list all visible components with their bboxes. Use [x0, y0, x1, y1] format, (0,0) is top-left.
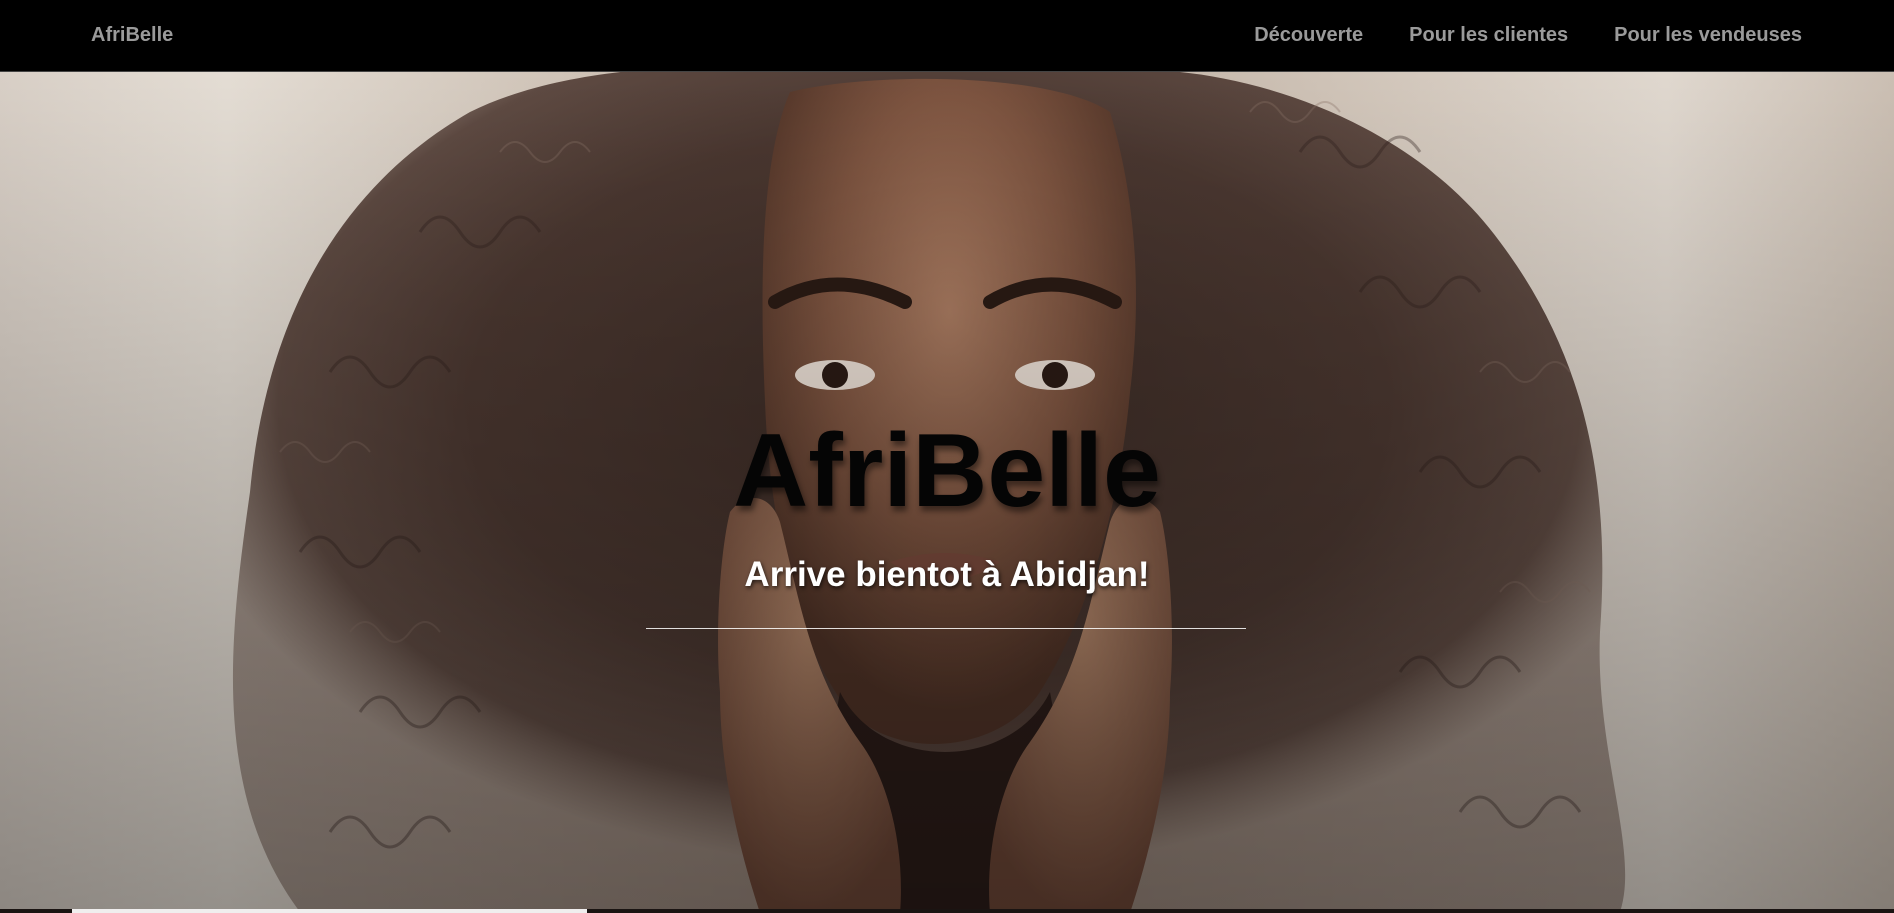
- hero-divider: [646, 628, 1246, 629]
- brand-link[interactable]: AfriBelle: [91, 24, 173, 47]
- nav-link-decouverte[interactable]: Découverte: [1254, 24, 1363, 47]
- nav-link-vendeuses[interactable]: Pour les vendeuses: [1614, 24, 1802, 47]
- hero-subtitle: Arrive bientot à Abidjan!: [744, 555, 1150, 594]
- top-navbar: AfriBelle Découverte Pour les clientes P…: [0, 0, 1894, 72]
- bottom-strip: [0, 909, 1894, 913]
- hero-title: AfriBelle: [733, 413, 1161, 529]
- hero-content: AfriBelle Arrive bientot à Abidjan!: [0, 72, 1894, 913]
- hero-section: AfriBelle Arrive bientot à Abidjan!: [0, 72, 1894, 913]
- nav-link-clientes[interactable]: Pour les clientes: [1409, 24, 1568, 47]
- nav-links: Découverte Pour les clientes Pour les ve…: [1254, 24, 1802, 47]
- bottom-strip-highlight: [72, 909, 587, 913]
